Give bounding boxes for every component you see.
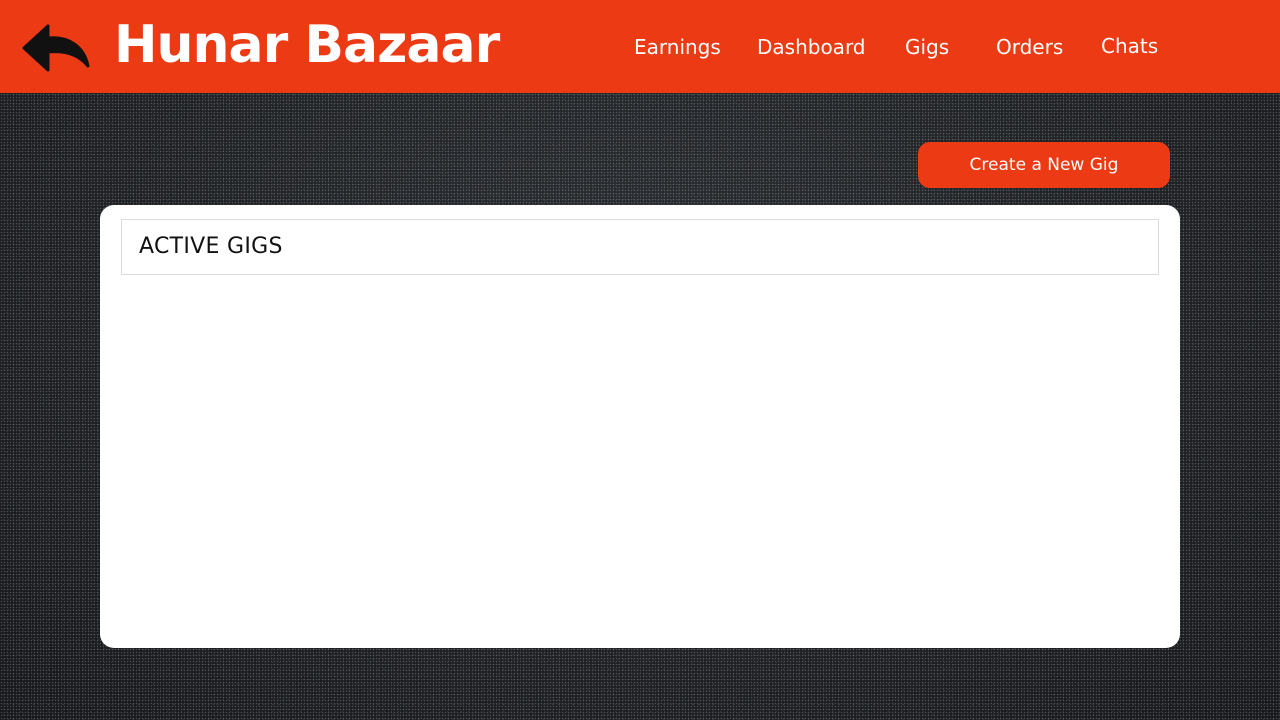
brand-logo[interactable]: Hunar Bazaar: [114, 12, 500, 78]
reply-arrow-icon: [22, 24, 90, 72]
active-gigs-header: ACTIVE GIGS: [121, 219, 1159, 275]
back-button[interactable]: [22, 22, 92, 74]
nav-gigs[interactable]: Gigs: [905, 33, 949, 61]
active-gigs-title: ACTIVE GIGS: [139, 234, 283, 259]
nav-dashboard[interactable]: Dashboard: [757, 33, 866, 61]
top-navbar: Hunar Bazaar Earnings Dashboard Gigs Ord…: [0, 0, 1280, 93]
active-gigs-panel: ACTIVE GIGS: [100, 205, 1180, 648]
nav-orders[interactable]: Orders: [996, 33, 1063, 61]
create-new-gig-button[interactable]: Create a New Gig: [918, 142, 1170, 188]
nav-earnings[interactable]: Earnings: [634, 33, 721, 61]
nav-chats[interactable]: Chats: [1101, 32, 1158, 60]
